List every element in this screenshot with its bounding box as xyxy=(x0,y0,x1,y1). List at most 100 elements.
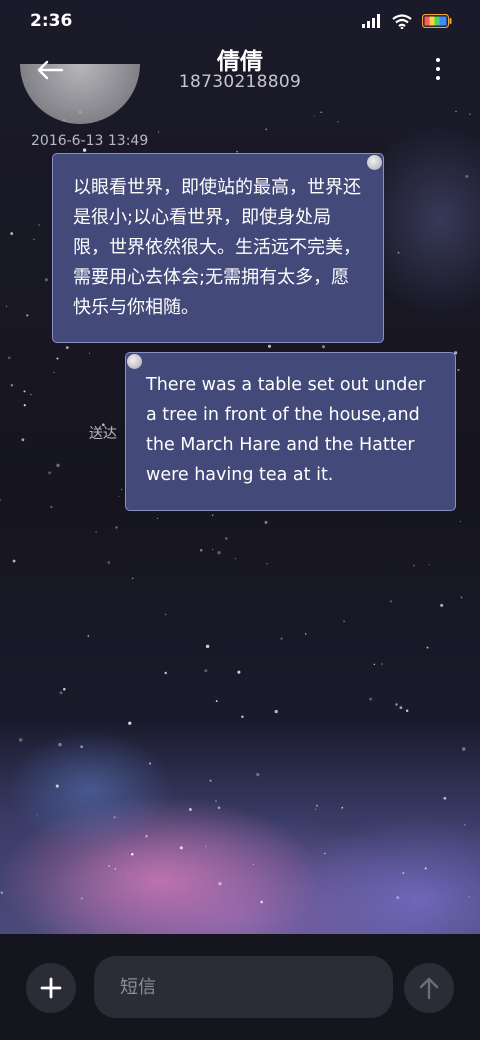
star-dot xyxy=(265,128,268,131)
star-dot xyxy=(465,174,469,178)
message-input[interactable] xyxy=(94,956,393,1018)
star-dot xyxy=(80,897,83,900)
outgoing-message-bubble[interactable]: There was a table set out under a tree i… xyxy=(125,352,456,511)
star-dot xyxy=(217,551,221,555)
incoming-message-bubble[interactable]: 以眼看世界，即使站的最高，世界还是很小;以心看世界，即使身处局限，世界依然很大。… xyxy=(52,153,384,343)
star-dot xyxy=(224,537,228,540)
send-arrow-icon xyxy=(419,977,439,1000)
composer-bar xyxy=(0,934,480,1040)
add-attachment-button[interactable] xyxy=(26,963,76,1013)
star-dot xyxy=(241,715,244,719)
star-dot xyxy=(127,874,129,876)
star-dot xyxy=(212,514,214,516)
star-dot xyxy=(256,773,260,777)
star-dot xyxy=(396,896,400,900)
star-dot xyxy=(114,868,117,870)
star-dot xyxy=(18,738,23,742)
star-dot xyxy=(341,806,344,809)
star-dot xyxy=(204,669,208,673)
contact-name: 倩倩 xyxy=(217,49,263,75)
app-bar: 倩倩 18730218809 xyxy=(0,42,480,104)
message-text: There was a table set out under a tree i… xyxy=(146,375,426,485)
star-dot xyxy=(23,390,26,393)
star-dot xyxy=(457,368,460,371)
star-dot xyxy=(440,603,444,607)
star-dot xyxy=(36,814,38,816)
more-options-button[interactable] xyxy=(434,58,442,80)
send-button[interactable] xyxy=(404,963,454,1013)
star-dot xyxy=(63,687,66,691)
star-dot xyxy=(59,691,63,695)
star-dot xyxy=(324,852,326,855)
star-dot xyxy=(115,526,118,529)
star-dot xyxy=(121,488,123,490)
star-dot xyxy=(0,891,4,895)
star-dot xyxy=(337,121,339,123)
star-dot xyxy=(30,393,32,396)
star-dot xyxy=(113,816,116,819)
star-dot xyxy=(313,115,315,117)
star-dot xyxy=(26,314,29,317)
star-dot xyxy=(304,633,307,635)
star-dot xyxy=(87,635,90,637)
delivery-status: 送达 xyxy=(89,426,117,442)
star-dot xyxy=(214,800,218,803)
status-time: 2:36 xyxy=(30,11,73,31)
star-dot xyxy=(274,709,278,714)
star-dot xyxy=(0,498,2,501)
star-dot xyxy=(107,561,111,564)
signal-icon xyxy=(362,14,380,28)
message-text: 以眼看世界，即使站的最高，世界还是很小;以心看世界，即使身处局限，世界依然很大。… xyxy=(73,177,361,318)
moon-corner-icon xyxy=(367,155,382,170)
star-dot xyxy=(215,700,218,703)
star-dot xyxy=(128,721,132,725)
wifi-icon xyxy=(392,13,412,29)
star-dot xyxy=(145,834,148,838)
star-dot xyxy=(88,352,90,354)
battery-icon xyxy=(422,14,452,28)
star-dot xyxy=(321,345,326,349)
star-dot xyxy=(148,762,152,765)
star-dot xyxy=(118,495,120,497)
star-dot xyxy=(389,600,393,603)
star-dot xyxy=(108,864,111,867)
contact-number: 18730218809 xyxy=(178,72,302,92)
star-dot xyxy=(463,824,466,826)
star-dot xyxy=(468,896,470,898)
star-dot xyxy=(369,697,372,701)
star-dot xyxy=(424,867,427,870)
star-dot xyxy=(395,703,398,706)
star-dot xyxy=(53,371,55,374)
star-dot xyxy=(460,521,462,523)
star-dot xyxy=(38,224,40,226)
star-dot xyxy=(12,559,16,563)
star-dot xyxy=(217,806,221,810)
star-dot xyxy=(65,346,69,349)
star-dot xyxy=(21,438,25,442)
star-dot xyxy=(158,131,160,133)
star-dot xyxy=(44,278,48,282)
star-dot xyxy=(95,531,98,534)
star-dot xyxy=(461,747,466,751)
star-dot xyxy=(320,111,322,114)
star-dot xyxy=(58,742,62,747)
plus-icon xyxy=(40,977,62,999)
star-dot xyxy=(252,863,255,866)
star-dot xyxy=(428,564,430,566)
star-dot xyxy=(164,671,167,675)
message-timestamp: 2016-6-13 13:49 xyxy=(31,133,149,149)
moon-corner-icon xyxy=(127,354,142,369)
star-dot xyxy=(209,779,212,782)
more-vertical-icon xyxy=(436,58,440,62)
star-dot xyxy=(260,900,263,904)
star-dot xyxy=(460,596,463,599)
star-dot xyxy=(237,670,241,674)
star-dot xyxy=(266,563,268,565)
star-dot xyxy=(455,110,457,113)
star-dot xyxy=(56,463,60,468)
star-dot xyxy=(205,644,210,649)
star-dot xyxy=(402,872,405,875)
star-dot xyxy=(130,852,134,856)
star-dot xyxy=(343,620,345,623)
star-dot xyxy=(55,784,59,788)
